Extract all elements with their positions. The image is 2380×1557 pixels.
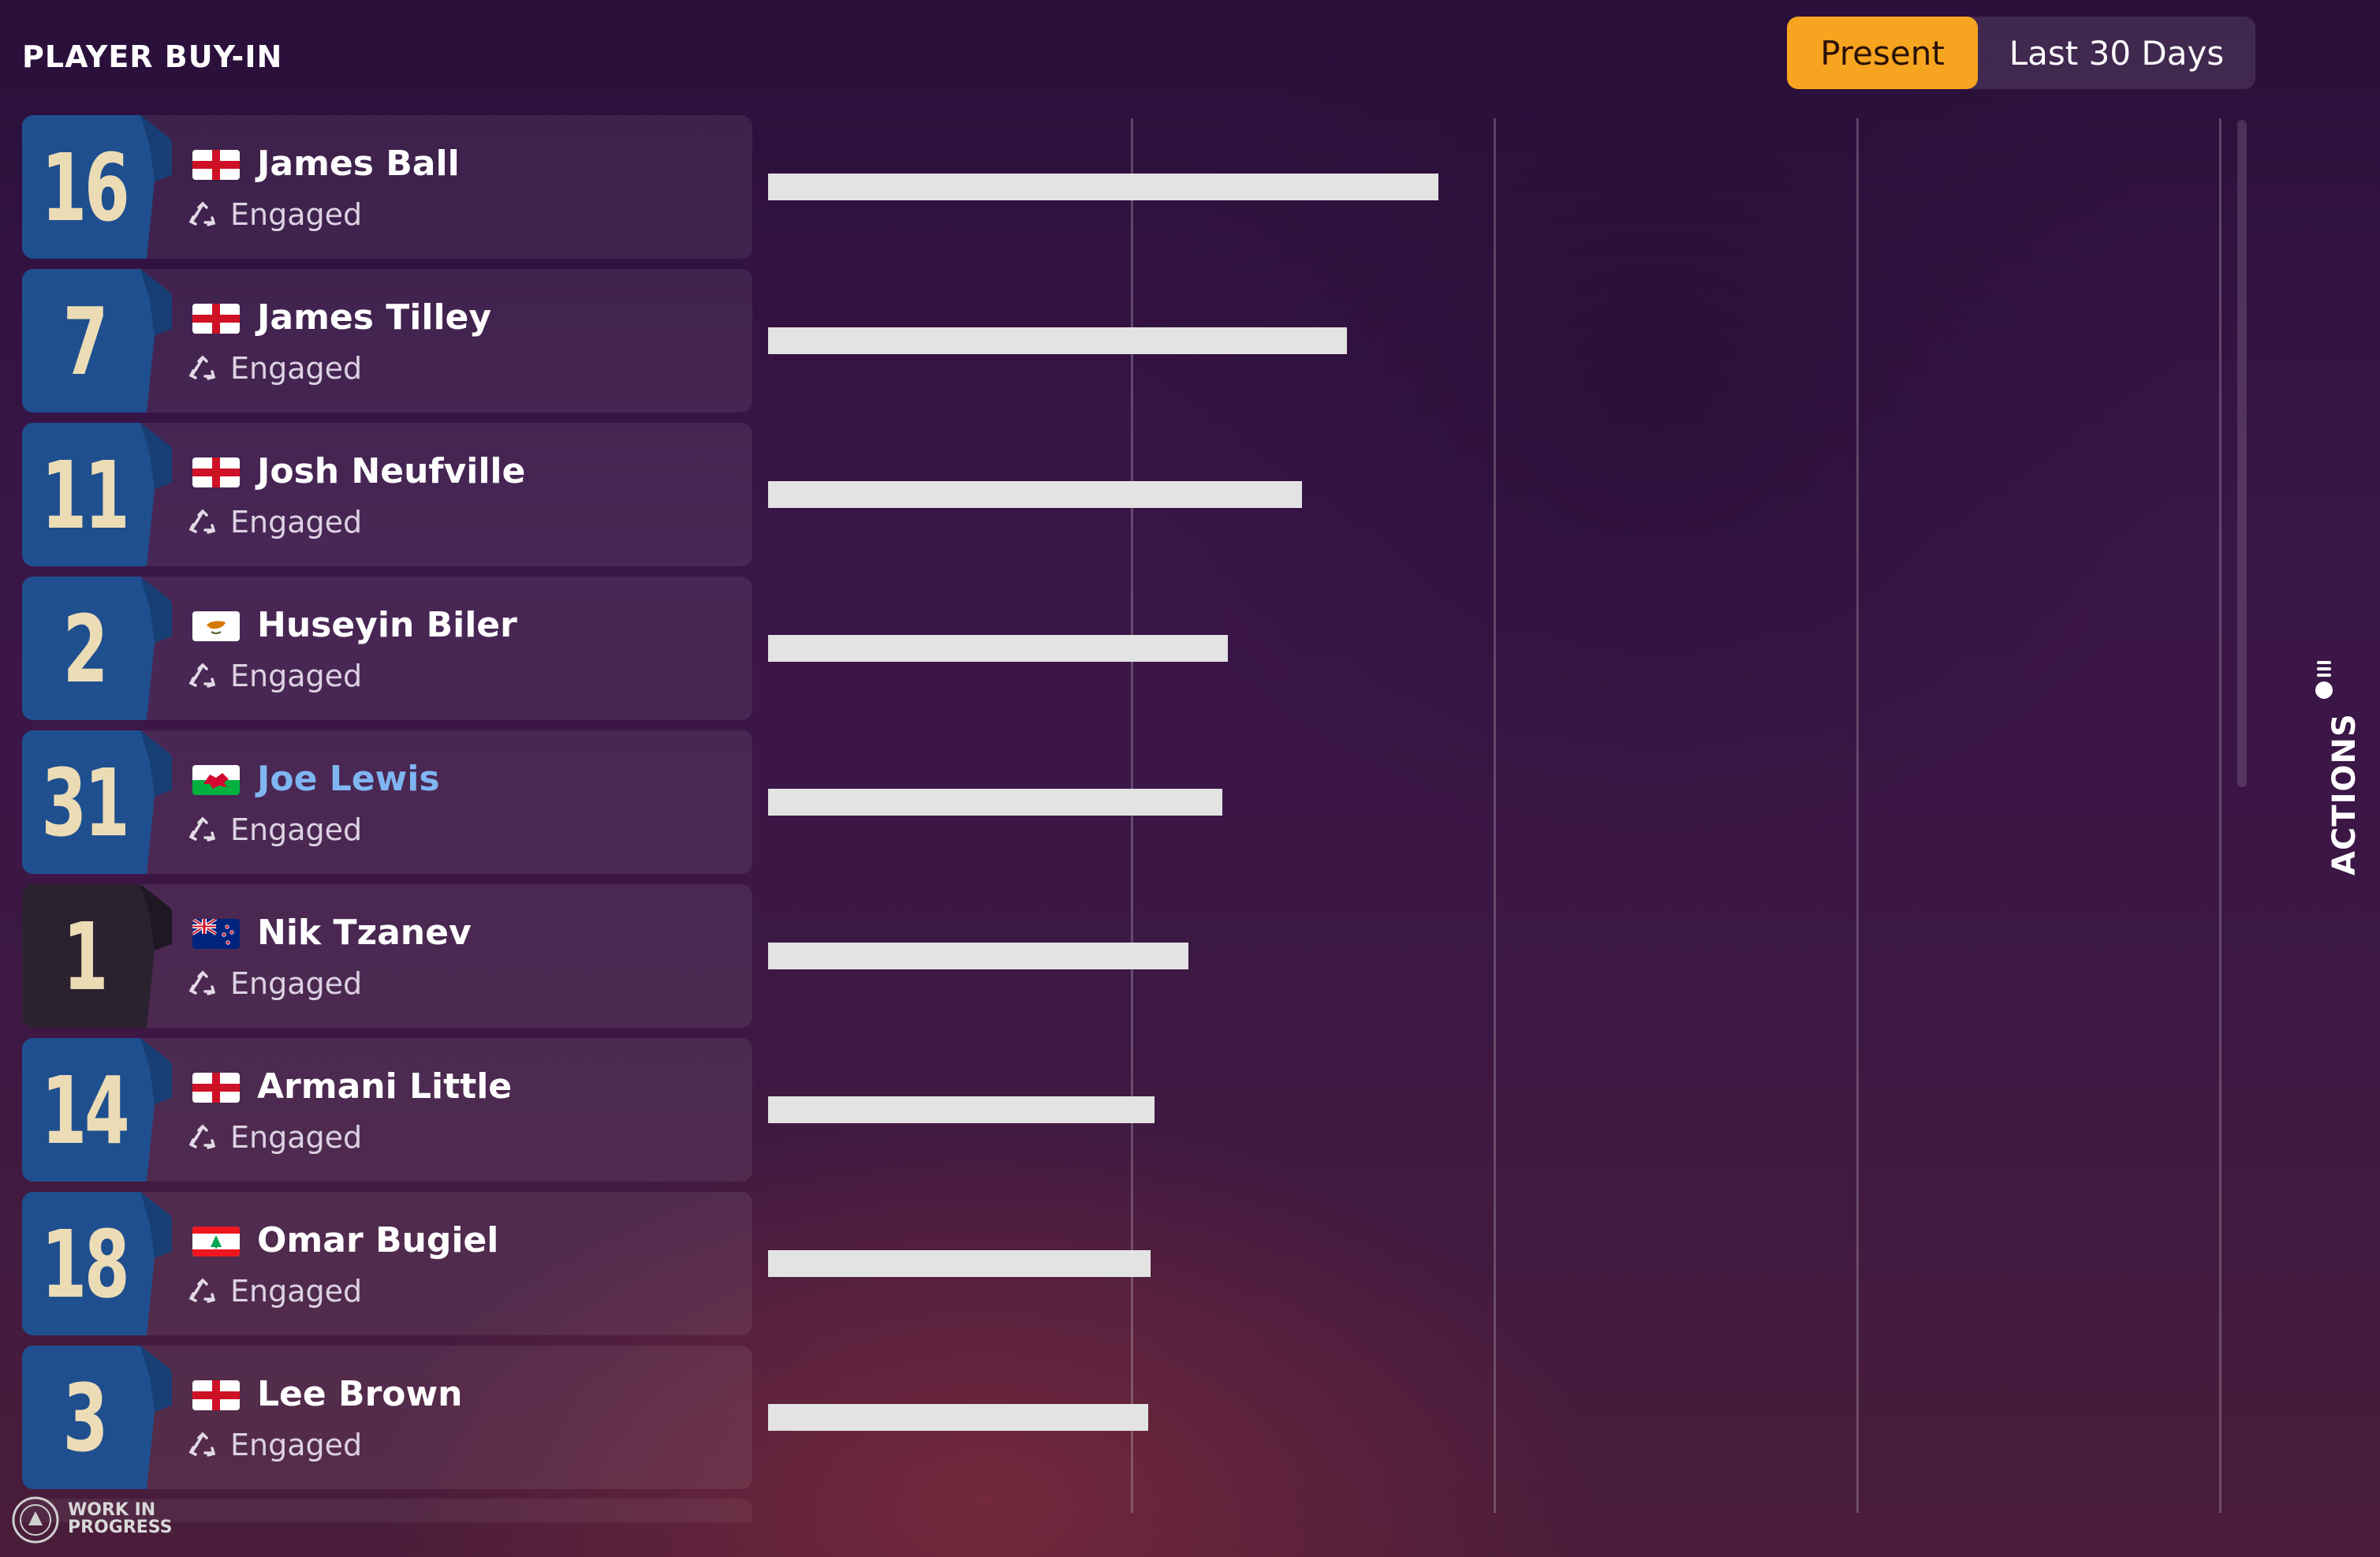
buy-in-bar[interactable]	[768, 789, 1222, 816]
player-row[interactable]: 16 James Ball Engaged	[22, 115, 752, 259]
flag-england-icon	[192, 1380, 240, 1410]
shirt-number: 16	[41, 133, 129, 242]
recycle-icon	[188, 816, 218, 846]
recycle-icon	[188, 354, 218, 384]
buy-in-bar[interactable]	[768, 943, 1188, 969]
player-name[interactable]: Armani Little	[257, 1066, 512, 1107]
gridline	[1856, 118, 1859, 1513]
actions-panel-tab[interactable]: ACTIONS	[2326, 713, 2363, 876]
toggle-present[interactable]: Present	[1787, 17, 1978, 89]
shirt-number: 11	[41, 441, 129, 550]
player-row[interactable]: 7 James Tilley Engaged	[22, 269, 752, 413]
shirt-number: 31	[41, 749, 129, 857]
player-row[interactable]: 2 Huseyin Biler Engaged	[22, 577, 752, 720]
buy-in-bar[interactable]	[768, 481, 1302, 508]
recycle-icon	[188, 1123, 218, 1153]
shirt-icon: 7	[22, 269, 172, 413]
flag-england-icon	[192, 457, 240, 487]
player-name[interactable]: Josh Neufville	[257, 451, 525, 491]
flag-england-icon	[192, 304, 240, 334]
player-row[interactable]: 31 Joe Lewis Engaged	[22, 730, 752, 874]
recycle-icon	[188, 969, 218, 999]
shirt-icon: 2	[22, 577, 172, 720]
player-row[interactable]: 18 Omar Bugiel Engaged	[22, 1192, 752, 1335]
shirt-icon: 3	[22, 1346, 172, 1489]
buy-in-bar[interactable]	[768, 1096, 1155, 1123]
player-status: Engaged	[230, 505, 363, 540]
player-status: Engaged	[230, 197, 363, 232]
watermark-line2: PROGRESS	[68, 1518, 173, 1537]
buy-in-bar[interactable]	[768, 1250, 1151, 1277]
shirt-icon: 16	[22, 115, 172, 259]
time-range-toggle: Present Last 30 Days	[1787, 17, 2255, 89]
shirt-number: 2	[62, 595, 109, 704]
buy-in-bar[interactable]	[768, 327, 1347, 354]
player-row[interactable]: 1 Nik Tzanev Engaged	[22, 884, 752, 1028]
drag-handle-icon[interactable]	[2315, 661, 2333, 700]
flag-england-icon	[192, 1073, 240, 1103]
player-name[interactable]: Omar Bugiel	[257, 1220, 498, 1260]
player-status: Engaged	[230, 966, 363, 1001]
recycle-icon	[188, 508, 218, 538]
wip-badge-icon	[12, 1496, 59, 1544]
shirt-icon: 11	[22, 423, 172, 566]
player-status: Engaged	[230, 1274, 363, 1309]
toggle-last-30-days[interactable]: Last 30 Days	[1978, 17, 2255, 89]
flag-england-icon	[192, 150, 240, 180]
player-status: Engaged	[230, 1428, 363, 1462]
watermark: WORK IN PROGRESS	[68, 1502, 173, 1536]
player-name[interactable]: James Ball	[257, 144, 460, 184]
buy-in-bar[interactable]	[768, 174, 1438, 200]
player-name[interactable]: Joe Lewis	[257, 759, 440, 799]
recycle-icon	[188, 662, 218, 692]
shirt-number: 1	[62, 902, 109, 1011]
gridline	[2219, 118, 2221, 1513]
shirt-number: 14	[41, 1056, 129, 1165]
player-row[interactable]: 11 Josh Neufville Engaged	[22, 423, 752, 566]
player-name[interactable]: Lee Brown	[257, 1374, 462, 1414]
scrollbar[interactable]	[2237, 120, 2247, 787]
player-name[interactable]: James Tilley	[257, 297, 491, 338]
gridline	[1494, 118, 1496, 1513]
shirt-number: 18	[41, 1210, 129, 1319]
player-row[interactable]: 3 Lee Brown Engaged	[22, 1346, 752, 1489]
flag-cyprus-icon	[192, 611, 240, 641]
shirt-icon: 14	[22, 1038, 172, 1182]
shirt-icon: 18	[22, 1192, 172, 1335]
shirt-number: 7	[62, 287, 109, 396]
recycle-icon	[188, 200, 218, 230]
player-status: Engaged	[230, 659, 363, 693]
recycle-icon	[188, 1431, 218, 1461]
shirt-number: 3	[62, 1364, 109, 1473]
shirt-icon: 31	[22, 730, 172, 874]
flag-wales-icon	[192, 765, 240, 795]
player-status: Engaged	[230, 351, 363, 386]
page-title: PLAYER BUY-IN	[22, 39, 283, 74]
watermark-line1: WORK IN	[68, 1500, 156, 1520]
flag-lebanon-icon	[192, 1227, 240, 1256]
player-name[interactable]: Nik Tzanev	[257, 913, 472, 953]
player-name[interactable]: Huseyin Biler	[257, 605, 517, 645]
buy-in-bar[interactable]	[768, 1404, 1148, 1431]
buy-in-bar[interactable]	[768, 635, 1228, 662]
shirt-icon: 1	[22, 884, 172, 1028]
player-row[interactable]: 14 Armani Little Engaged	[22, 1038, 752, 1182]
player-status: Engaged	[230, 1120, 363, 1155]
player-status: Engaged	[230, 812, 363, 847]
flag-new-zealand-icon	[192, 919, 240, 949]
recycle-icon	[188, 1277, 218, 1307]
